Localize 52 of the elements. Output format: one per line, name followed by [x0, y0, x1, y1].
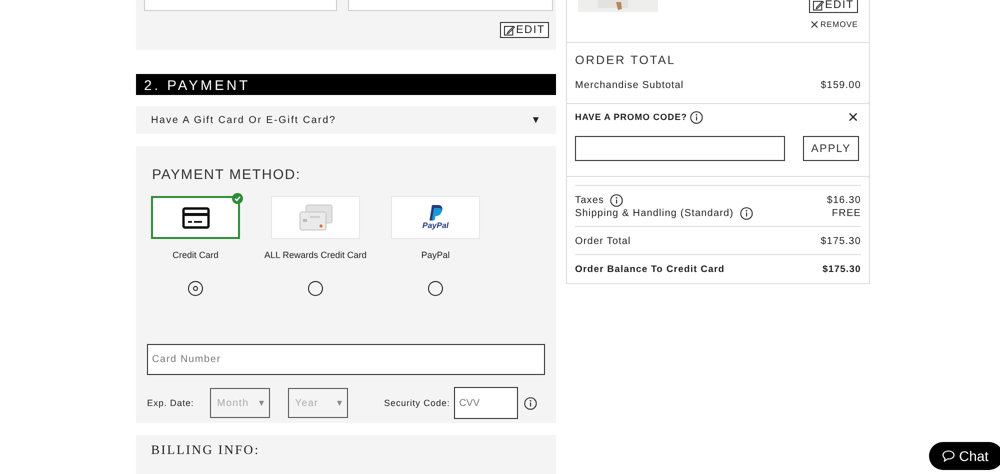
- promo-code-label: HAVE A PROMO CODE?: [575, 112, 688, 122]
- security-code-label: Security Code:: [384, 398, 450, 408]
- paypal-logo: PayPal: [422, 205, 449, 230]
- summary-value: $175.30: [822, 264, 861, 275]
- apply-button[interactable]: APPLY: [803, 136, 859, 161]
- payment-option[interactable]: PayPal: [391, 196, 480, 240]
- promo-code-field[interactable]: [575, 136, 785, 161]
- summary-label: Order Balance To Credit Card: [575, 264, 725, 275]
- caret-icon: ▾: [337, 397, 342, 410]
- info-icon[interactable]: [610, 194, 624, 207]
- chat-button[interactable]: Chat: [929, 442, 1000, 470]
- summary-label: Taxes: [575, 195, 604, 206]
- payment-method-title: PAYMENT METHOD:: [152, 166, 302, 182]
- close-icon: [811, 21, 818, 28]
- summary-value: $175.30: [820, 236, 861, 247]
- payment-option[interactable]: [151, 196, 240, 240]
- payment-option-label: ALL Rewards Credit Card: [264, 250, 367, 260]
- subtotal-label: Merchandise Subtotal: [575, 80, 684, 91]
- info-icon[interactable]: [690, 110, 704, 124]
- summary-value: $16.30: [826, 195, 861, 206]
- payment-option-label: PayPal: [421, 250, 450, 260]
- caret-icon: ▾: [259, 397, 264, 410]
- payment-option-label: Credit Card: [172, 250, 218, 260]
- credit-card-icon: [182, 206, 210, 229]
- exp-date-label: Exp. Date:: [147, 398, 194, 408]
- gift-card-label: Have A Gift Card Or E-Gift Card?: [151, 114, 336, 126]
- section-heading: 2. PAYMENT: [136, 74, 556, 96]
- input-field[interactable]: [144, 0, 337, 11]
- input-field[interactable]: [348, 0, 553, 11]
- radio-button[interactable]: [308, 281, 323, 296]
- edit-icon: [504, 24, 515, 36]
- cvv-field[interactable]: CVV: [454, 387, 518, 420]
- billing-heading: BILLING INFO:: [151, 442, 260, 458]
- gift-card-toggle[interactable]: Have A Gift Card Or E-Gift Card? ▼: [136, 106, 556, 134]
- info-icon[interactable]: [740, 207, 753, 220]
- radio-button[interactable]: [188, 281, 203, 296]
- summary-label: Order Total: [575, 236, 631, 247]
- order-total-heading: ORDER TOTAL: [575, 53, 677, 67]
- edit-button[interactable]: EDIT: [808, 0, 858, 13]
- summary-value: FREE: [832, 208, 861, 219]
- chat-bubble-icon: [942, 450, 955, 462]
- edit-icon: [812, 0, 824, 10]
- card-number-field[interactable]: Card Number: [147, 344, 545, 376]
- info-icon[interactable]: [524, 396, 538, 410]
- close-button[interactable]: ×: [848, 110, 859, 124]
- subtotal-value: $159.00: [820, 80, 861, 91]
- remove-link[interactable]: REMOVE: [811, 20, 858, 29]
- radio-button[interactable]: [428, 281, 443, 296]
- edit-button[interactable]: EDIT: [500, 22, 549, 38]
- summary-label: Shipping & Handling (Standard): [575, 208, 734, 219]
- check-icon: [232, 193, 243, 204]
- caret-icon: ▼: [530, 114, 542, 126]
